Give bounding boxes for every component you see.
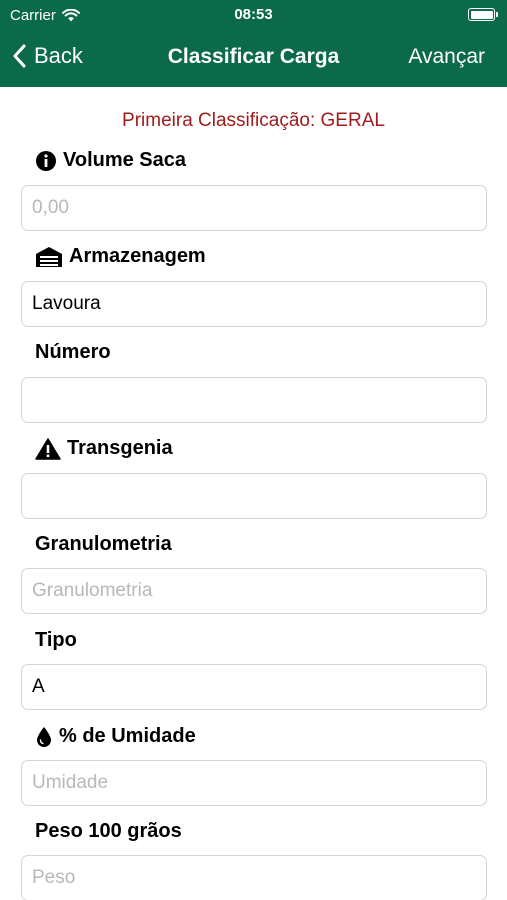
umidade-input[interactable] [21,760,487,806]
transgenia-label: Transgenia [35,437,173,460]
volume-saca-label-text: Volume Saca [63,149,187,171]
granulometria-input[interactable] [21,568,487,614]
armazenagem-label-text: Armazenagem [69,245,206,267]
numero-input[interactable] [21,377,487,423]
peso-label: Peso 100 grãos [35,820,182,843]
warning-icon [35,437,61,460]
armazenagem-input[interactable] [21,281,487,327]
peso-input[interactable] [21,855,487,900]
tipo-input[interactable] [21,664,487,710]
tipo-label-text: Tipo [35,629,77,651]
chevron-left-icon [13,44,26,68]
status-time: 08:53 [234,6,273,23]
transgenia-input[interactable] [21,473,487,519]
warehouse-icon [35,246,63,268]
volume-saca-label: Volume Saca [35,149,186,172]
status-bar: Carrier 08:53 [0,0,507,30]
battery-icon [468,8,498,21]
granulometria-label: Granulometria [35,533,172,556]
info-icon [35,150,57,172]
numero-label-text: Número [35,341,111,363]
armazenagem-label: Armazenagem [35,245,206,268]
classification-subtitle: Primeira Classificação: GERAL [122,110,385,131]
back-button[interactable]: Back [12,43,83,69]
tipo-label: Tipo [35,629,77,652]
peso-label-text: Peso 100 grãos [35,820,182,842]
header: Carrier 08:53 Back Classificar Carga Ava… [0,0,507,87]
back-button-label: Back [34,43,83,68]
volume-saca-input[interactable] [21,185,487,231]
umidade-label-text: % de Umidade [59,725,196,747]
transgenia-label-text: Transgenia [67,437,173,459]
numero-label: Número [35,341,111,364]
granulometria-label-text: Granulometria [35,533,172,555]
droplet-icon [35,726,53,748]
umidade-label: % de Umidade [35,725,196,748]
navigation-bar: Back Classificar Carga Avançar [0,30,507,87]
next-button[interactable]: Avançar [408,45,485,69]
